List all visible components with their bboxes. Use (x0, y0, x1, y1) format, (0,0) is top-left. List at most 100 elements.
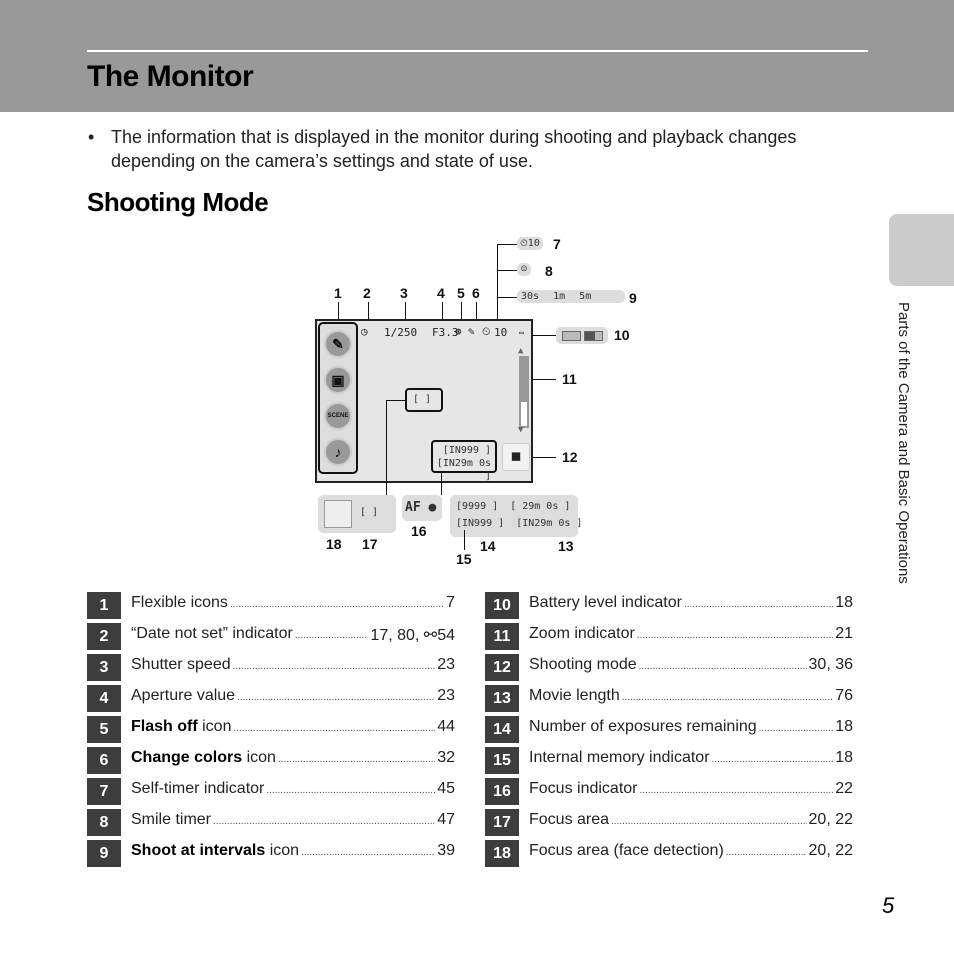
legend-description: Self-timer indicator 45 (131, 780, 455, 802)
callout-15: 15 (456, 551, 472, 567)
leader-dots (266, 780, 435, 802)
legend-row: 2 “Date not set” indicator 17, 80, ⚯54 (87, 621, 455, 652)
legend-label-text: Zoom indicator (529, 625, 635, 642)
legend-label: Shooting mode (529, 656, 637, 678)
flash-off-icon: ⊛ (455, 325, 462, 338)
battery-levels-pill (556, 327, 608, 344)
page-reference-link[interactable]: 45 (437, 780, 455, 802)
legend-description: Zoom indicator 21 (529, 625, 853, 647)
legend-description: Focus area (face detection) 20, 22 (529, 842, 853, 864)
legend-number: 15 (485, 747, 519, 774)
legend-label: Self-timer indicator (131, 780, 264, 802)
leader-dots (213, 811, 435, 833)
scene-icon[interactable]: SCENE (324, 402, 352, 430)
legend-row: 7 Self-timer indicator 45 (87, 776, 455, 807)
page-reference-link[interactable]: 21 (835, 625, 853, 647)
legend-description: Change colors icon 32 (131, 749, 455, 771)
page-reference-link[interactable]: 17, 80, ⚯54 (370, 625, 455, 647)
exposures-box: [IN999 ] [IN29m 0s ] (431, 440, 497, 482)
page-reference-link[interactable]: 20, 22 (809, 811, 853, 833)
legend-number: 11 (485, 623, 519, 650)
legend-number: 17 (485, 809, 519, 836)
leader-8 (497, 270, 517, 271)
paint-brush-icon[interactable]: ✎ (324, 330, 352, 358)
header-rule (87, 50, 868, 52)
change-colors-icon: ✎ (468, 325, 475, 338)
legend-description: Aperture value 23 (131, 687, 455, 709)
page-reference-link[interactable]: 18 (835, 594, 853, 616)
focus-area-bracket: [ ] (360, 507, 379, 518)
callout-12: 12 (562, 449, 578, 465)
leader-7-9-trunk (497, 244, 498, 322)
legend-description: Focus area 20, 22 (529, 811, 853, 833)
leader-10 (532, 335, 556, 336)
callout-3: 3 (400, 285, 408, 301)
face-detection-frame (324, 500, 352, 528)
leader-dots (684, 594, 833, 616)
callout-7: 7 (553, 236, 561, 252)
frame-icon[interactable]: ▣ (324, 366, 352, 394)
exposures-row1: [9999 ] (456, 501, 499, 512)
camera-icon[interactable]: ◼ (502, 443, 530, 471)
page-reference-link[interactable]: 20, 22 (809, 842, 853, 864)
page-reference-link[interactable]: 18 (835, 749, 853, 771)
legend-row: 15 Internal memory indicator 18 (485, 745, 853, 776)
legend-number: 16 (485, 778, 519, 805)
memory-panel: [9999 ] [ 29m 0s ] [IN999 ] [IN29m 0s ] (450, 495, 582, 537)
self-timer-pill: ⏲10 (517, 237, 543, 250)
legend-description: Battery level indicator 18 (529, 594, 853, 616)
page-reference-link[interactable]: 23 (437, 687, 455, 709)
music-note-icon[interactable]: ♪ (324, 438, 352, 466)
page-reference-link[interactable]: 23 (437, 656, 455, 678)
legend-label: Shoot at intervals icon (131, 842, 299, 864)
leader-dots (237, 687, 435, 709)
page-reference-link[interactable]: 30, 36 (809, 656, 853, 678)
legend-table-left: 1 Flexible icons 7 2 “Date not set” indicato… (87, 590, 455, 869)
callout-14: 14 (480, 538, 496, 554)
legend-label-text: Focus area (529, 811, 610, 828)
page-reference-link[interactable]: 76 (835, 687, 853, 709)
legend-number: 14 (485, 716, 519, 743)
callout-5: 5 (457, 285, 465, 301)
interval-30s: 30s (521, 291, 540, 302)
legend-label: Shutter speed (131, 656, 231, 678)
page-reference-link[interactable]: 44 (437, 718, 455, 740)
legend-description: Flexible icons 7 (131, 594, 455, 616)
page-reference-link[interactable]: 39 (437, 842, 455, 864)
legend-number: 3 (87, 654, 121, 681)
section-title: Shooting Mode (87, 187, 269, 217)
leader-dots (233, 656, 436, 678)
legend-description: Shooting mode 30, 36 (529, 656, 853, 678)
page-reference-link[interactable]: 32 (437, 749, 455, 771)
callout-16: 16 (411, 523, 427, 539)
callout-10: 10 (614, 327, 630, 343)
flexible-icons-column: ✎ ▣ SCENE ♪ (318, 322, 358, 474)
legend-label: Smile timer (131, 811, 211, 833)
legend-description: “Date not set” indicator 17, 80, ⚯54 (131, 625, 455, 647)
page-reference-link[interactable]: 18 (835, 718, 853, 740)
legend-label: Movie length (529, 687, 620, 709)
focus-indicator: AF ● (405, 500, 437, 515)
leader-2 (368, 302, 369, 320)
leader-7 (497, 244, 517, 245)
battery-icon: ▭ (519, 328, 524, 337)
page-reference-link[interactable]: 47 (437, 811, 455, 833)
legend-number: 12 (485, 654, 519, 681)
page-reference-link[interactable]: 7 (446, 594, 455, 616)
callout-11: 11 (562, 371, 577, 387)
leader-12 (532, 457, 556, 458)
leader-dots (278, 749, 435, 771)
leader-11 (532, 379, 556, 380)
interval-5m: 5m (579, 291, 592, 302)
legend-number: 7 (87, 778, 121, 805)
callout-6: 6 (472, 285, 480, 301)
page-reference-link[interactable]: 22 (835, 780, 853, 802)
leader-13-14 (441, 473, 442, 495)
interval-1m: 1m (553, 291, 566, 302)
legend-number: 18 (485, 840, 519, 867)
leader-dots (712, 749, 834, 771)
legend-row: 18 Focus area (face detection) 20, 22 (485, 838, 853, 869)
callout-1: 1 (334, 285, 342, 301)
legend-label-text: Shooting mode (529, 656, 637, 673)
legend-number: 13 (485, 685, 519, 712)
